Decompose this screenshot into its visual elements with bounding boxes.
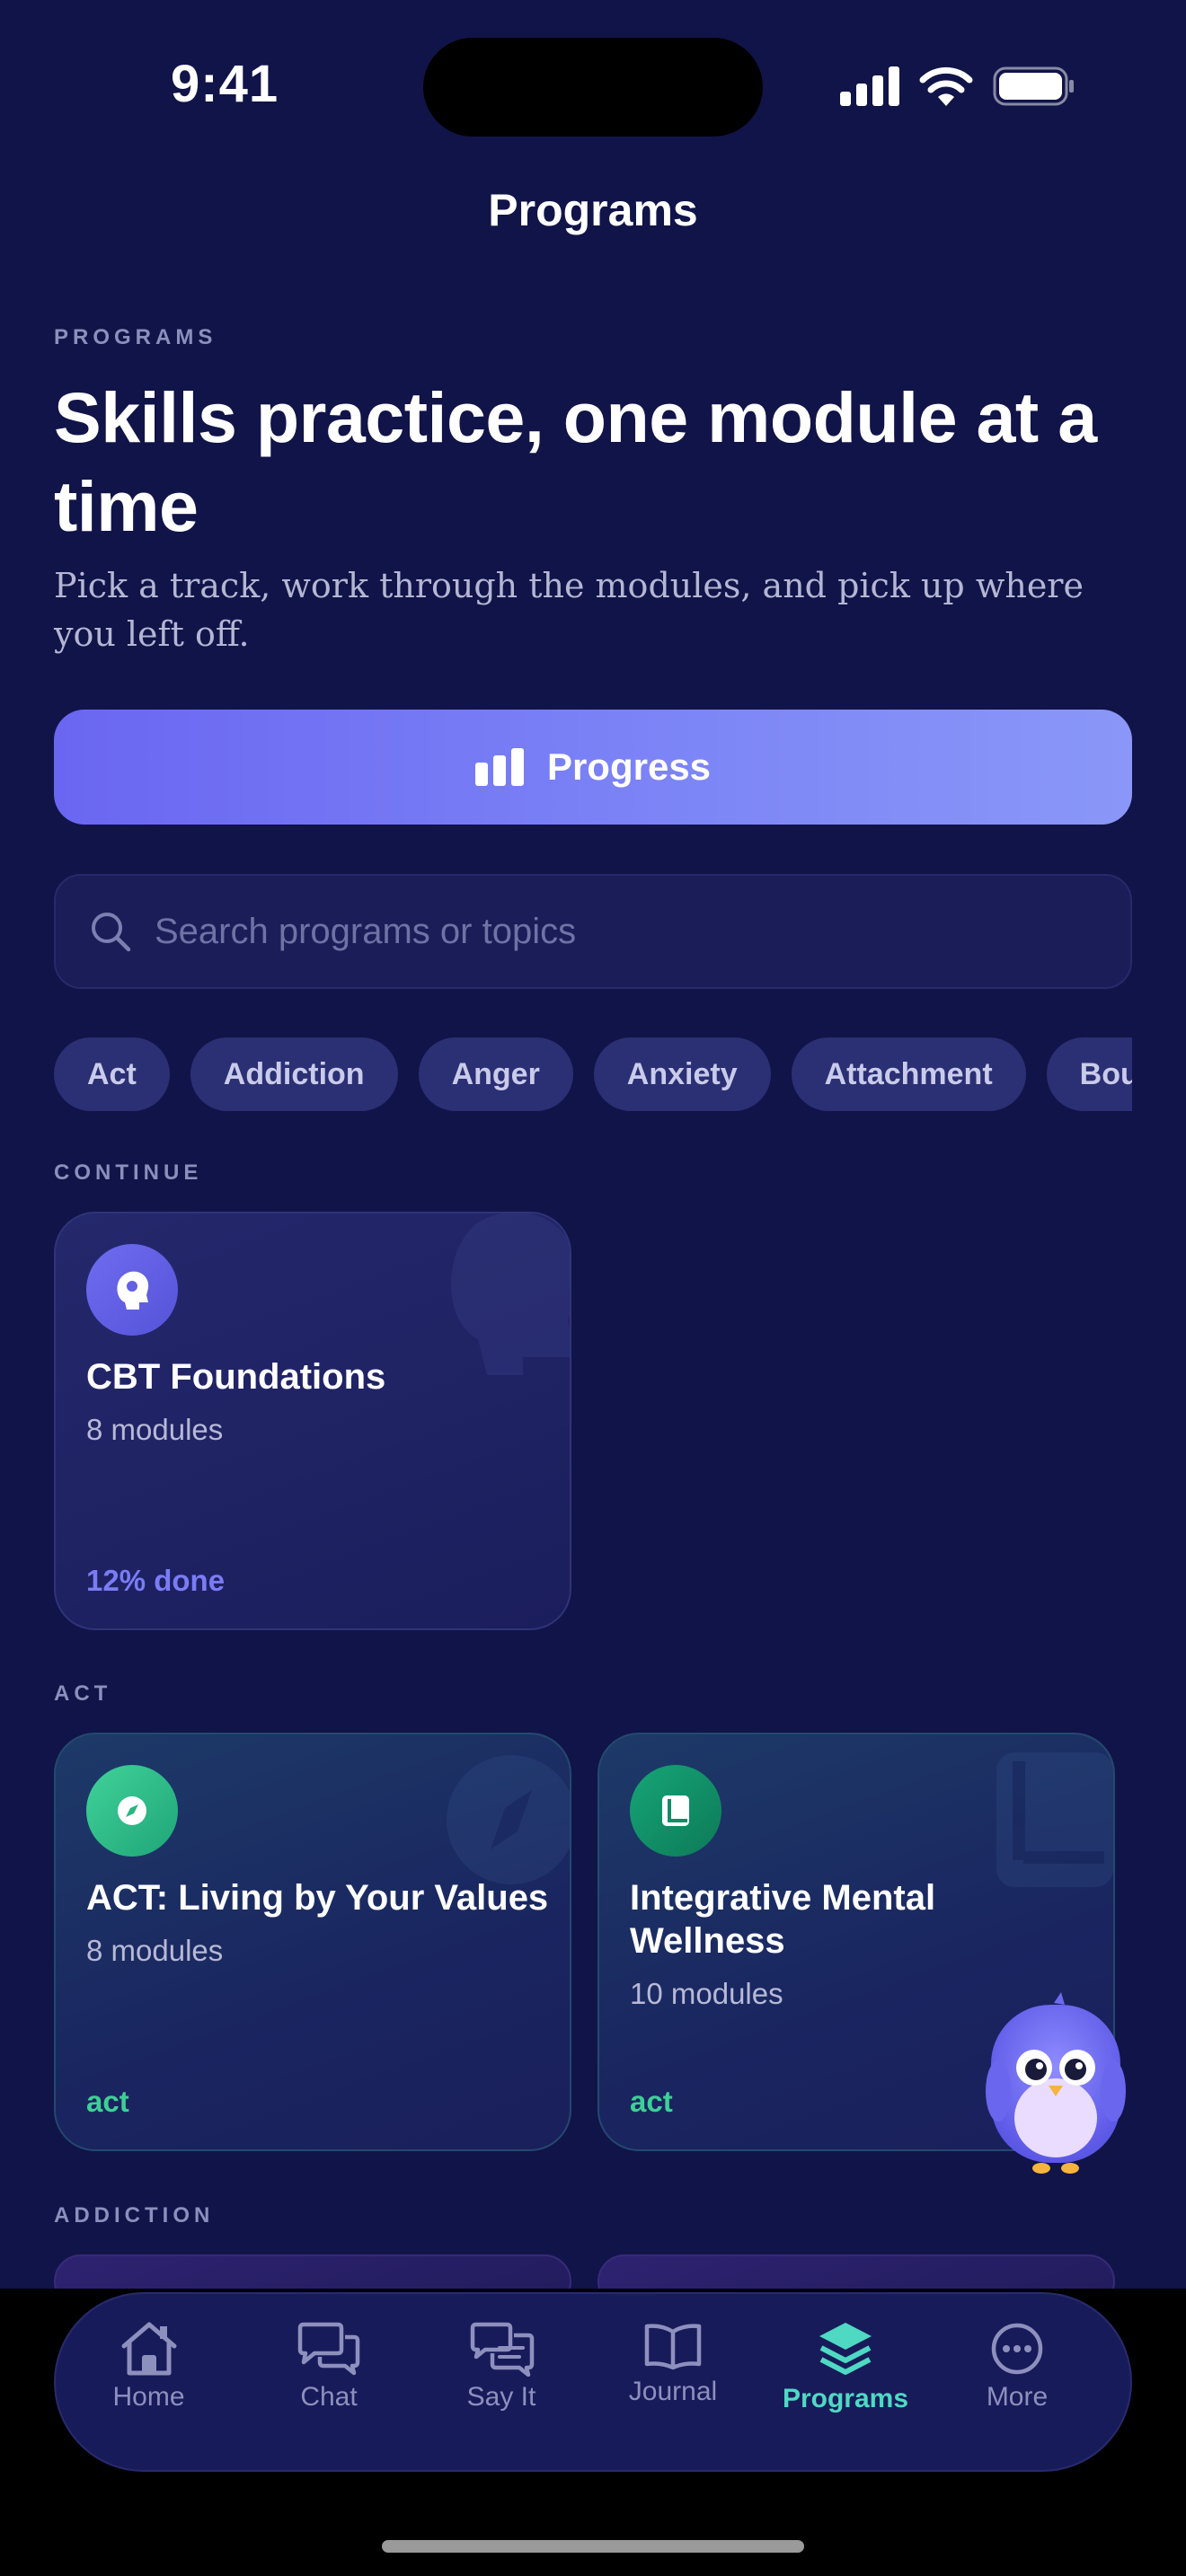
home-indicator — [382, 2540, 804, 2553]
program-card-cbt-foundations[interactable]: CBT Foundations 8 modules 12% done — [54, 1212, 571, 1630]
section-label-act: ACT — [54, 1681, 112, 1706]
card-module-count: 8 modules — [86, 1934, 224, 1967]
wifi-icon — [919, 66, 973, 106]
card-title: ACT: Living by Your Values — [86, 1878, 549, 1918]
card-category-tag: act — [630, 2085, 673, 2118]
tab-label: Home — [112, 2382, 185, 2412]
page-headline: Skills practice, one module at a time — [54, 377, 1097, 546]
cellular-signal-icon — [840, 66, 899, 106]
book-watermark-icon — [996, 1752, 1113, 1887]
tab-journal[interactable]: Journal — [587, 2321, 759, 2447]
filter-chips: Act Addiction Anger Anxiety Attachment Bounda… — [54, 1037, 1132, 1111]
filter-chip-attachment[interactable]: Attachment — [791, 1037, 1026, 1111]
tab-bar: Home Chat Say It Journal Programs More — [54, 2292, 1132, 2472]
card-progress-text: 12% done — [86, 1564, 226, 1597]
tab-label: Journal — [628, 2377, 718, 2406]
more-icon — [991, 2323, 1043, 2375]
bar-chart-icon — [474, 748, 524, 786]
card-title: CBT Foundations — [86, 1357, 386, 1397]
program-card-act-values[interactable]: ACT: Living by Your Values 8 modules act — [54, 1733, 571, 2151]
status-bar: 9:41 — [0, 0, 1186, 171]
tab-label: Chat — [300, 2382, 358, 2412]
head-brain-icon — [86, 1244, 178, 1336]
tab-label: Say It — [466, 2382, 536, 2412]
tab-label: More — [986, 2382, 1049, 2412]
tab-more[interactable]: More — [932, 2321, 1102, 2447]
nav-title: Programs — [488, 185, 698, 235]
section-label-continue: CONTINUE — [54, 1160, 203, 1185]
battery-icon — [993, 66, 1074, 106]
journal-icon — [644, 2324, 702, 2370]
say-it-icon — [470, 2322, 535, 2377]
bird-mascot-icon[interactable] — [984, 1992, 1128, 2181]
tab-programs[interactable]: Programs — [759, 2321, 932, 2447]
search-icon — [92, 913, 131, 952]
page-eyebrow: PROGRAMS — [54, 325, 217, 349]
filter-chip-addiction[interactable]: Addiction — [190, 1037, 398, 1111]
section-label-addiction: ADDICTION — [54, 2203, 215, 2228]
filter-chip-anxiety[interactable]: Anxiety — [593, 1037, 771, 1111]
card-category-tag: act — [86, 2085, 129, 2118]
compass-icon — [86, 1765, 178, 1857]
tab-label: Programs — [782, 2384, 909, 2413]
progress-button-label: Progress — [546, 745, 712, 788]
card-module-count: 8 modules — [86, 1413, 224, 1446]
home-icon — [121, 2322, 176, 2376]
chat-icon — [297, 2322, 360, 2376]
page-subtitle: Pick a track, work through the modules, … — [54, 566, 1084, 654]
card-module-count: 10 modules — [630, 1977, 783, 2010]
filter-chip-boundaries[interactable]: Boundaries — [1046, 1037, 1132, 1111]
progress-button[interactable]: Progress — [54, 710, 1132, 825]
compass-watermark-icon — [447, 1755, 570, 1884]
tab-say-it[interactable]: Say It — [416, 2321, 587, 2447]
search-input[interactable]: Search programs or topics — [54, 874, 1132, 989]
filter-chip-anger[interactable]: Anger — [418, 1037, 573, 1111]
book-icon — [630, 1765, 721, 1857]
dynamic-island — [423, 38, 763, 137]
programs-layers-icon — [819, 2323, 872, 2375]
card-title: Integrative Mental Wellness — [630, 1878, 936, 1961]
filter-chip-act[interactable]: Act — [54, 1037, 170, 1111]
status-time: 9:41 — [171, 55, 279, 113]
tab-home[interactable]: Home — [56, 2321, 242, 2447]
head-brain-watermark-icon — [451, 1213, 570, 1375]
tab-chat[interactable]: Chat — [242, 2321, 416, 2447]
search-placeholder: Search programs or topics — [155, 911, 577, 951]
